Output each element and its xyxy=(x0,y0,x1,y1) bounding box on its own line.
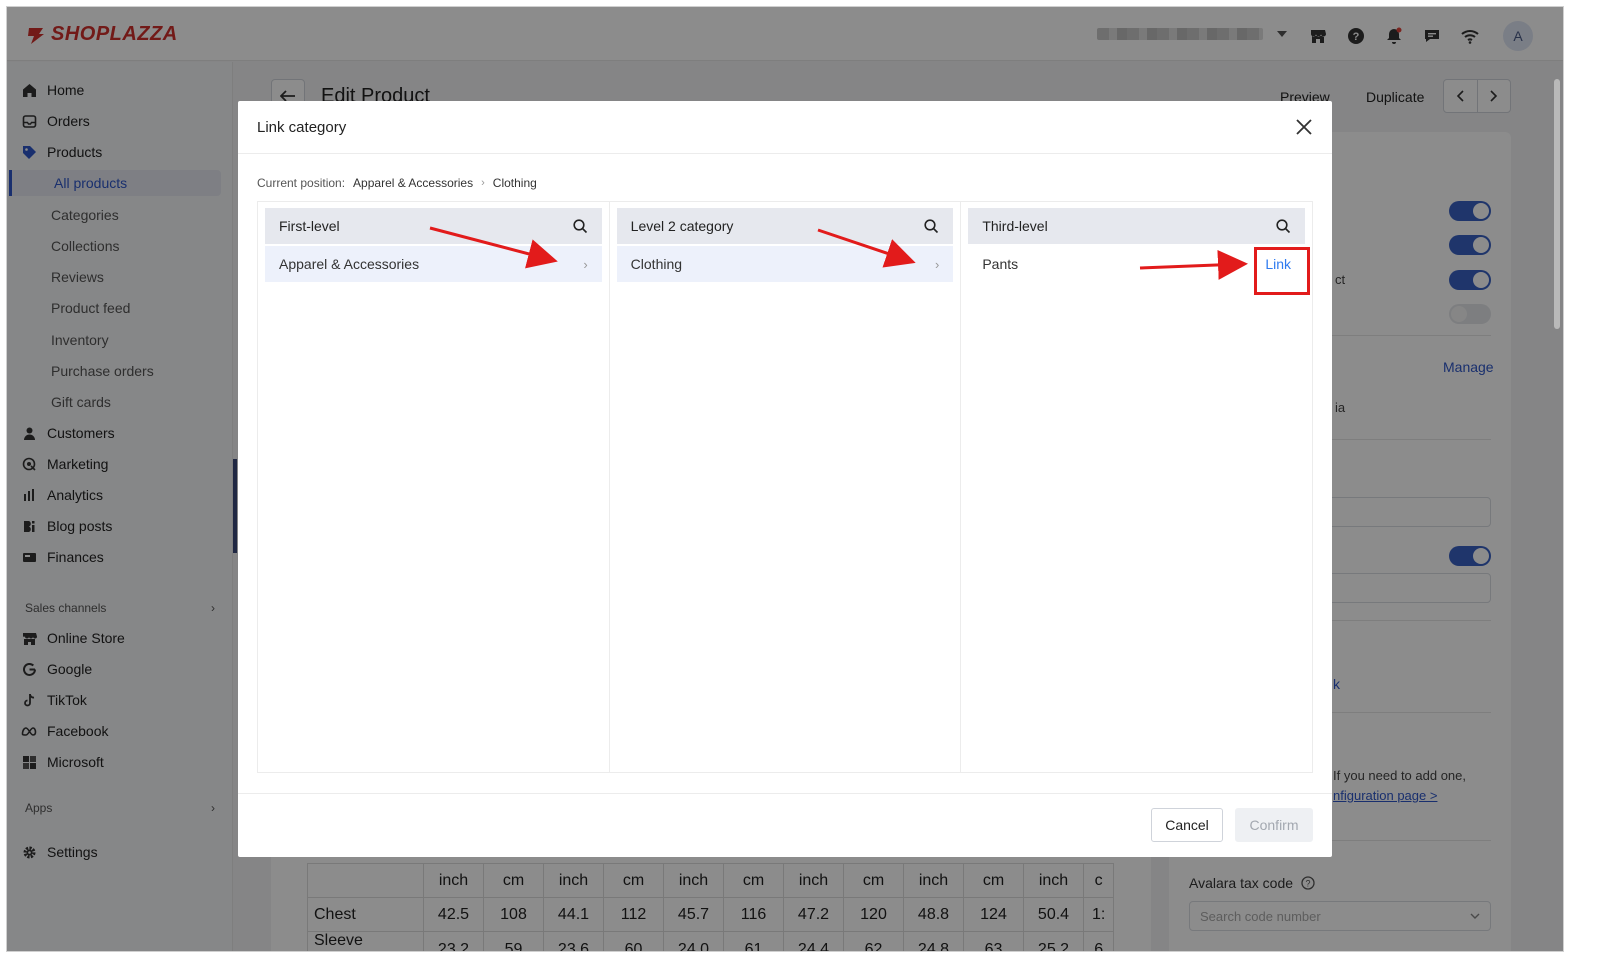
first-level-column: First-level Apparel & Accessories › xyxy=(258,202,610,772)
search-icon[interactable] xyxy=(924,218,939,234)
chevron-right-icon: › xyxy=(583,256,588,272)
page-scrollbar[interactable] xyxy=(1552,69,1562,339)
chevron-right-icon: › xyxy=(481,177,485,189)
category-item-clothing[interactable]: Clothing › xyxy=(616,246,954,282)
category-columns: First-level Apparel & Accessories › Leve… xyxy=(257,201,1313,773)
link-category-modal: Link category Current position: Apparel … xyxy=(238,101,1332,857)
close-icon[interactable] xyxy=(1294,117,1314,137)
confirm-button[interactable]: Confirm xyxy=(1235,808,1313,842)
current-position-label: Current position: xyxy=(257,176,346,190)
search-icon[interactable] xyxy=(1276,218,1291,234)
column-header: First-level xyxy=(265,208,602,244)
level-2-column: Level 2 category Clothing › xyxy=(610,202,962,772)
modal-footer: Cancel Confirm xyxy=(238,793,1332,857)
breadcrumb-item: Apparel & Accessories xyxy=(353,176,474,190)
column-header: Level 2 category xyxy=(616,208,954,244)
cancel-button[interactable]: Cancel xyxy=(1151,808,1223,842)
modal-header: Link category xyxy=(238,101,1332,154)
modal-title: Link category xyxy=(257,119,347,136)
column-header: Third-level xyxy=(968,208,1306,244)
category-item-apparel[interactable]: Apparel & Accessories › xyxy=(265,246,602,282)
app-window: SHOPLAZZA ? A Home Orders Products All p… xyxy=(6,6,1564,952)
category-item-label: Clothing xyxy=(630,256,683,272)
category-item-label: Apparel & Accessories xyxy=(279,256,420,272)
scrollbar-thumb[interactable] xyxy=(1554,79,1560,329)
column-header-label: First-level xyxy=(279,218,340,234)
chevron-right-icon: › xyxy=(935,256,940,272)
column-header-label: Third-level xyxy=(982,218,1048,234)
search-icon[interactable] xyxy=(573,218,588,234)
column-header-label: Level 2 category xyxy=(630,218,734,234)
category-item-label: Pants xyxy=(982,256,1019,272)
breadcrumb: Current position: Apparel & Accessories … xyxy=(257,176,537,190)
annotation-highlight-box xyxy=(1254,247,1310,295)
breadcrumb-item: Clothing xyxy=(492,176,537,190)
